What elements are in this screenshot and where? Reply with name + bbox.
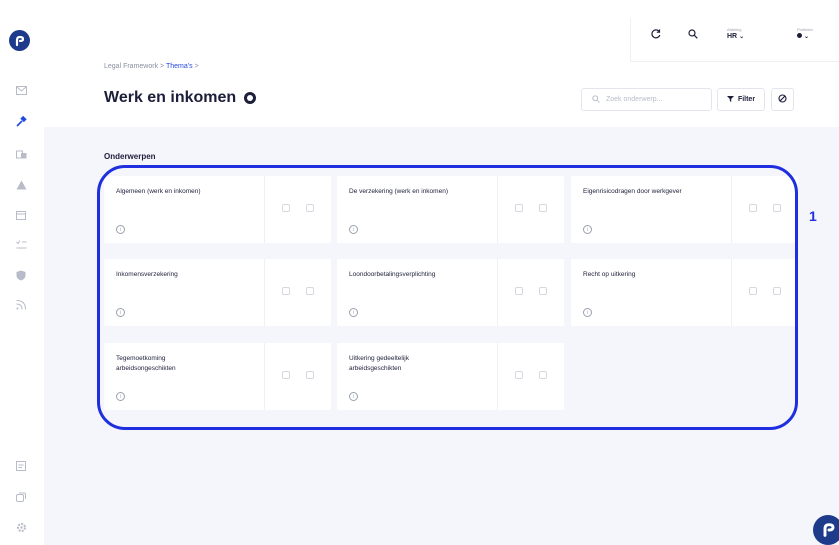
annotation-highlight — [97, 165, 798, 430]
top-bar: Afdeling HR ⌄ Profielen ⌄ — [630, 18, 839, 62]
breadcrumb: Legal Framework > Thema's > — [104, 63, 199, 70]
chat-fab-button[interactable] — [813, 515, 839, 545]
search-placeholder: Zoek onderwerp... — [606, 96, 663, 103]
search-icon[interactable] — [688, 28, 698, 42]
filter-icon — [726, 95, 734, 104]
search-input[interactable]: Zoek onderwerp... — [581, 88, 712, 111]
mail-icon[interactable] — [15, 86, 27, 98]
profielen-label: Profielen — [797, 27, 813, 32]
calendar-icon[interactable] — [15, 210, 27, 222]
chevron-down-icon: ⌄ — [803, 34, 809, 40]
filter-button[interactable]: Filter — [717, 88, 765, 111]
refresh-icon[interactable] — [651, 28, 661, 42]
chevron-down-icon: ⌄ — [739, 34, 745, 40]
profile-dot-icon — [797, 33, 802, 38]
filter-label: Filter — [737, 96, 756, 103]
gear-icon[interactable] — [15, 522, 27, 534]
hammer-icon[interactable] — [15, 115, 27, 128]
sidebar — [0, 0, 44, 545]
list-icon[interactable] — [15, 461, 27, 473]
breadcrumb-separator: > — [160, 63, 165, 70]
clear-filter-button[interactable] — [771, 88, 794, 111]
clear-filter-icon — [778, 94, 787, 105]
folders-icon[interactable] — [15, 150, 27, 162]
profielen-dropdown[interactable]: ⌄ — [797, 33, 809, 40]
page-title-row: Werk en inkomen — [104, 89, 257, 107]
afdeling-value: HR — [727, 33, 738, 40]
copy-icon[interactable] — [15, 492, 27, 504]
warning-icon[interactable] — [15, 180, 27, 192]
page-title: Werk en inkomen — [104, 89, 237, 106]
annotation-marker: 1 — [809, 208, 817, 224]
section-title: Onderwerpen — [104, 152, 156, 161]
app-logo[interactable] — [9, 30, 30, 51]
breadcrumb-current[interactable]: Thema's — [166, 63, 193, 70]
search-icon — [592, 94, 600, 105]
shield-icon[interactable] — [15, 270, 27, 282]
rss-icon[interactable] — [15, 300, 27, 312]
afdeling-label: Afdeling — [727, 27, 742, 32]
breadcrumb-separator: > — [194, 63, 199, 70]
theme-badge-icon[interactable] — [244, 92, 257, 104]
afdeling-dropdown[interactable]: HR ⌄ — [727, 33, 744, 40]
checklist-icon[interactable] — [15, 240, 27, 252]
breadcrumb-root[interactable]: Legal Framework — [104, 63, 158, 70]
